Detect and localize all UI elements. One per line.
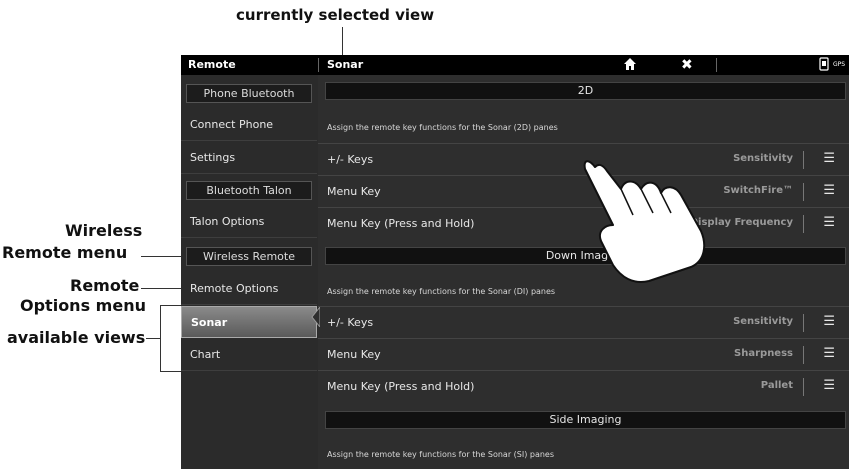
- row-divider: [803, 378, 804, 396]
- callout-remote-line1: Remote: [70, 276, 140, 295]
- settings-row[interactable]: Menu Key (Press and Hold) Pallet ☰: [318, 370, 849, 402]
- sidebar-item-talon-options[interactable]: Talon Options: [181, 206, 317, 238]
- row-value: Sharpness: [734, 348, 793, 359]
- section-header-down-imaging: Down Imaging: [325, 247, 846, 265]
- sidebar-item-remote-options[interactable]: Remote Options: [181, 273, 317, 305]
- section-description-side-imaging: Assign the remote key functions for the …: [327, 450, 555, 459]
- list-menu-icon[interactable]: ☰: [823, 215, 835, 230]
- list-menu-icon[interactable]: ☰: [823, 151, 835, 166]
- row-divider: [803, 314, 804, 332]
- section-description-2d: Assign the remote key functions for the …: [327, 123, 558, 132]
- top-bar-divider-2: [716, 58, 717, 72]
- callout-available-views: available views: [7, 328, 146, 347]
- home-icon[interactable]: [623, 57, 637, 75]
- sidebar-header-phone-bluetooth: Phone Bluetooth: [186, 84, 312, 103]
- callout-remote-line2: Options menu: [20, 296, 146, 315]
- callout-line-views: [146, 338, 160, 339]
- row-value: Pallet: [760, 380, 793, 391]
- list-menu-icon[interactable]: ☰: [823, 346, 835, 361]
- row-label: +/- Keys: [327, 153, 374, 166]
- section-header-side-imaging: Side Imaging: [325, 411, 846, 429]
- bracket-views-bottom: [160, 371, 181, 372]
- row-label: Menu Key (Press and Hold): [327, 217, 475, 230]
- bracket-views-vertical: [160, 305, 161, 371]
- top-bar-left-title: Remote: [188, 58, 236, 71]
- settings-row[interactable]: +/- Keys Sensitivity ☰: [318, 143, 849, 175]
- list-menu-icon[interactable]: ☰: [823, 314, 835, 329]
- callout-wireless-line1: Wireless: [65, 221, 143, 240]
- bracket-views-top: [160, 305, 181, 306]
- top-bar: Remote Sonar ✖ GPS: [181, 55, 849, 75]
- settings-row[interactable]: +/- Keys Sensitivity ☰: [318, 306, 849, 338]
- list-menu-icon[interactable]: ☰: [823, 183, 835, 198]
- settings-row[interactable]: Menu Key Sharpness ☰: [318, 338, 849, 370]
- callout-line-wireless: [141, 256, 181, 257]
- content-panel: 2D Assign the remote key functions for t…: [318, 75, 849, 469]
- row-label: Menu Key (Press and Hold): [327, 380, 475, 393]
- settings-row[interactable]: Menu Key (Press and Hold) Display Freque…: [318, 207, 849, 239]
- row-divider: [803, 151, 804, 169]
- row-value: Sensitivity: [733, 316, 793, 327]
- row-value: SwitchFire™: [723, 185, 793, 196]
- sidebar-item-chart[interactable]: Chart: [181, 339, 317, 371]
- row-label: +/- Keys: [327, 316, 374, 329]
- sidebar-item-sonar[interactable]: Sonar: [181, 306, 317, 338]
- close-icon[interactable]: ✖: [681, 57, 693, 73]
- remote-sidebar: Phone Bluetooth Connect Phone Settings B…: [181, 75, 317, 469]
- settings-row[interactable]: Menu Key SwitchFire™ ☰: [318, 175, 849, 207]
- sidebar-header-wireless-remote: Wireless Remote: [186, 247, 312, 266]
- sidebar-header-bluetooth-talon: Bluetooth Talon: [186, 181, 312, 200]
- sidebar-item-settings[interactable]: Settings: [181, 142, 317, 174]
- sidebar-item-connect-phone[interactable]: Connect Phone: [181, 109, 317, 141]
- section-description-down-imaging: Assign the remote key functions for the …: [327, 287, 556, 296]
- row-divider: [803, 183, 804, 201]
- row-value: Display Frequency: [689, 217, 793, 228]
- top-bar-right-title: Sonar: [327, 58, 364, 71]
- callout-current-view: currently selected view: [236, 6, 435, 24]
- callout-line-current-view: [342, 27, 343, 55]
- list-menu-icon[interactable]: ☰: [823, 378, 835, 393]
- section-header-2d: 2D: [325, 82, 846, 100]
- phone-icon: [819, 57, 829, 75]
- selection-pointer-icon: [311, 307, 320, 327]
- row-divider: [803, 346, 804, 364]
- gps-label: GPS: [833, 61, 846, 68]
- row-value: Sensitivity: [733, 153, 793, 164]
- callout-wireless-line2: Remote menu: [2, 243, 128, 262]
- row-label: Menu Key: [327, 348, 381, 361]
- top-bar-divider: [318, 58, 319, 72]
- callout-line-remote: [141, 288, 181, 289]
- row-divider: [803, 215, 804, 233]
- device-screen: Remote Sonar ✖ GPS Phone Bluetooth Conne…: [181, 55, 849, 469]
- row-label: Menu Key: [327, 185, 381, 198]
